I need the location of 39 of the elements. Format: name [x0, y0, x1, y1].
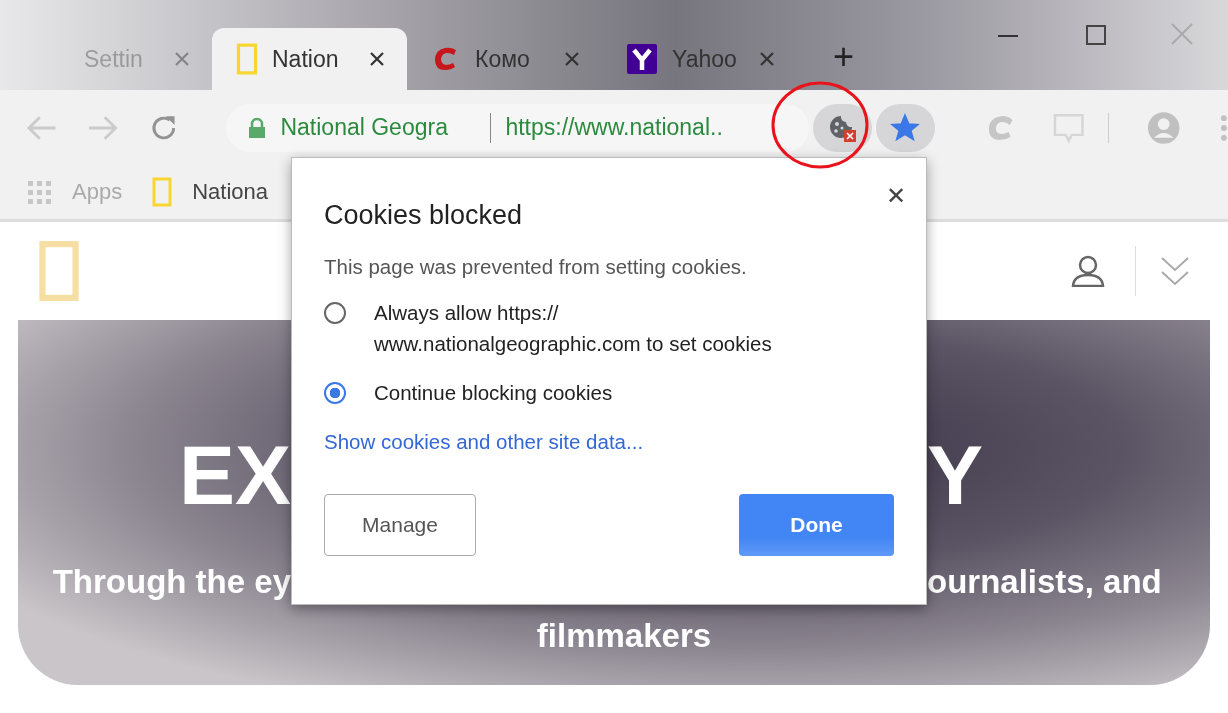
- hero-subtitle: ournalists, and: [927, 562, 1163, 602]
- bookmark-star-button[interactable]: [875, 103, 935, 152]
- star-icon: [890, 112, 921, 143]
- logo-frame-icon: [152, 177, 173, 207]
- hero-subtitle: filmmakers: [536, 617, 712, 654]
- user-icon[interactable]: [1071, 255, 1105, 287]
- manage-button[interactable]: Manage: [324, 494, 476, 556]
- dialog-title: Cookies blocked: [324, 200, 524, 231]
- site-logo-icon: [38, 240, 80, 302]
- done-button[interactable]: Done: [739, 494, 894, 556]
- lock-icon: [248, 116, 267, 139]
- option-label[interactable]: Always allow https:// www.nationalgeographic.com to set cookies: [374, 297, 772, 359]
- dialog-message: This page was prevented from setting cookies.: [324, 255, 748, 279]
- double-chevron-icon[interactable]: [1160, 254, 1190, 288]
- logo-frame-icon: [236, 43, 258, 75]
- browser-tab[interactable]: Yahoo: [602, 28, 797, 90]
- bookmark-item[interactable]: Nationa: [152, 177, 268, 207]
- url-text: https://www.national..: [505, 114, 723, 141]
- forward-icon[interactable]: [87, 113, 119, 142]
- hero-subtitle: Through the ey: [51, 562, 291, 602]
- back-icon[interactable]: [26, 113, 58, 142]
- menu-icon[interactable]: [1220, 113, 1228, 142]
- site-name: National Geogra: [280, 114, 449, 141]
- y-logo-icon: [626, 44, 658, 74]
- option-label[interactable]: Continue blocking cookies: [374, 377, 613, 408]
- account-icon[interactable]: [1146, 110, 1181, 145]
- address-bar[interactable]: National Geogra https://www.national..: [226, 103, 809, 152]
- site-data-link[interactable]: Show cookies and other site data...: [324, 430, 644, 454]
- browser-tab[interactable]: Комо: [407, 28, 602, 90]
- hero-headline: EX: [177, 432, 291, 518]
- radio-button[interactable]: [324, 382, 346, 404]
- apps-grid-icon: [26, 179, 52, 205]
- radio-button[interactable]: [324, 302, 346, 324]
- cookie-button[interactable]: [812, 103, 872, 152]
- hero-headline: Y: [927, 432, 985, 518]
- browser-tab[interactable]: Nation: [212, 28, 407, 90]
- new-tab-button[interactable]: +: [827, 35, 861, 90]
- close-icon[interactable]: [369, 51, 385, 67]
- close-button[interactable]: ✕: [885, 182, 906, 210]
